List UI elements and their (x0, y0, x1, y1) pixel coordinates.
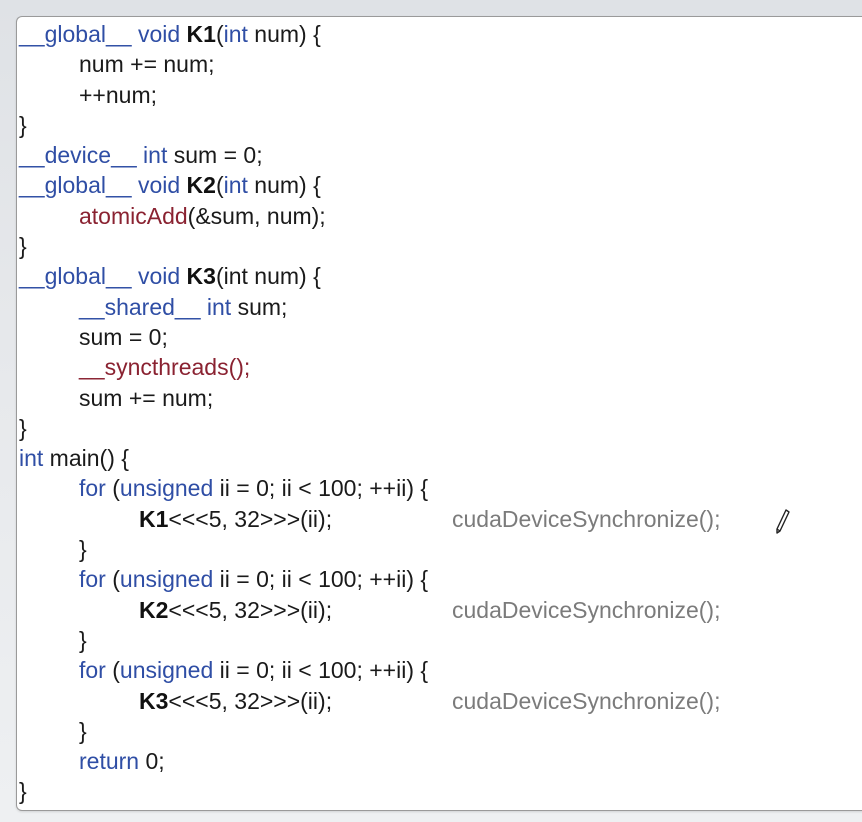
code-line-close-brace: } (19, 413, 862, 443)
param-type: int (223, 172, 248, 199)
code-line-device-sum: __device__ int sum = 0; (19, 140, 862, 170)
kernel-name-k1: K1 (139, 505, 169, 532)
device-sync-call: cudaDeviceSynchronize(); (452, 687, 721, 714)
loop-header-rest: ii = 0; ii < 100; ++ii) { (213, 566, 429, 593)
code-line-for-loop-1: for (unsigned ii = 0; ii < 100; ++ii) { (19, 473, 862, 503)
kernel-name-k2: K2 (139, 596, 169, 623)
declaration-rest: sum; (231, 293, 288, 320)
for-keyword: for (79, 657, 106, 684)
code-line-syncthreads: __syncthreads(); (19, 352, 862, 382)
kernel-name-k1: K1 (186, 21, 216, 47)
global-qualifier: __global__ (19, 21, 132, 47)
closing-brace: } (19, 778, 27, 805)
closing-brace: } (19, 414, 27, 441)
loop-header-rest: ii = 0; ii < 100; ++ii) { (213, 657, 429, 684)
for-keyword: for (79, 475, 106, 502)
type-int: int (143, 142, 168, 169)
unsigned-keyword: unsigned (119, 475, 214, 502)
param-rest: num) { (247, 172, 321, 199)
atomic-add-call: atomicAdd (79, 202, 188, 229)
device-sync-call: cudaDeviceSynchronize(); (452, 596, 721, 623)
return-type: void (137, 21, 181, 47)
param-type: int (223, 21, 248, 47)
paren-open: ( (105, 566, 120, 593)
device-qualifier: __device__ (19, 142, 137, 169)
launch-config: <<<5, 32>>>(ii); (168, 505, 333, 532)
global-qualifier: __global__ (19, 263, 132, 290)
device-sync-call: cudaDeviceSynchronize(); (452, 505, 721, 532)
param-rest: (int num) { (215, 263, 321, 290)
code-line-return: return 0; (19, 746, 862, 776)
return-keyword: return (79, 748, 140, 775)
paren-open: ( (105, 475, 120, 502)
call-args: (&sum, num); (187, 202, 326, 229)
code-line-k1-body-1: num += num; (19, 49, 862, 79)
return-type: void (137, 263, 181, 290)
shared-qualifier: __shared__ (79, 293, 201, 320)
type-int: int (19, 445, 44, 472)
code-line-k2-signature: __global__ void K2(int num) { (19, 170, 862, 200)
return-type: void (137, 172, 181, 199)
code-line-main-signature: int main() { (19, 443, 862, 473)
code-line-close-brace: } (19, 776, 862, 806)
pencil-icon (776, 509, 790, 534)
syncthreads-call: __syncthreads(); (79, 354, 251, 381)
main-rest: main() { (43, 445, 129, 472)
kernel-name-k2: K2 (186, 172, 216, 199)
statement: sum += num; (79, 384, 214, 411)
return-value: 0; (139, 748, 165, 775)
code-line-close-brace: } (19, 625, 862, 655)
unsigned-keyword: unsigned (119, 657, 214, 684)
code-line-sum-accumulate: sum += num; (19, 383, 862, 413)
code-line-close-brace: } (19, 110, 862, 140)
code-line-close-brace: } (19, 534, 862, 564)
code-line-shared-decl: __shared__ int sum; (19, 292, 862, 322)
code-line-launch-k3: K3<<<5, 32>>>(ii); cudaDeviceSynchronize(… (19, 686, 862, 716)
closing-brace: } (19, 111, 27, 138)
code-line-close-brace: } (19, 716, 862, 746)
global-qualifier: __global__ (19, 172, 132, 199)
loop-header-rest: ii = 0; ii < 100; ++ii) { (213, 475, 429, 502)
code-line-k1-body-2: ++num; (19, 80, 862, 110)
declaration-rest: sum = 0; (167, 142, 263, 169)
code-line-k3-signature: __global__ void K3(int num) { (19, 261, 862, 291)
statement: ++num; (79, 81, 157, 108)
kernel-name-k3: K3 (139, 687, 169, 714)
paren-open: ( (215, 172, 224, 199)
launch-config: <<<5, 32>>>(ii); (168, 596, 333, 623)
closing-brace: } (79, 717, 87, 744)
launch-config: <<<5, 32>>>(ii); (168, 687, 333, 714)
kernel-name-k3: K3 (186, 263, 216, 290)
closing-brace: } (19, 233, 27, 260)
paren-open: ( (215, 21, 224, 47)
code-body: __global__ void K1(int num) { num += num… (19, 19, 862, 807)
code-line-k1-signature: __global__ void K1(int num) { (19, 19, 862, 49)
type-int: int (206, 293, 232, 320)
code-line-k2-body: atomicAdd(&sum, num); (19, 201, 862, 231)
code-line-for-loop-3: for (unsigned ii = 0; ii < 100; ++ii) { (19, 655, 862, 685)
closing-brace: } (79, 626, 87, 653)
closing-brace: } (79, 536, 87, 563)
param-rest: num) { (247, 21, 321, 47)
unsigned-keyword: unsigned (119, 566, 214, 593)
code-line-for-loop-2: for (unsigned ii = 0; ii < 100; ++ii) { (19, 564, 862, 594)
code-line-launch-k2: K2<<<5, 32>>>(ii); cudaDeviceSynchronize(… (19, 595, 862, 625)
statement: num += num; (79, 51, 215, 78)
paren-open: ( (105, 657, 120, 684)
code-line-launch-k1: K1<<<5, 32>>>(ii); cudaDeviceSynchronize(… (19, 504, 862, 534)
code-line-close-brace: } (19, 231, 862, 261)
code-listing-panel: __global__ void K1(int num) { num += num… (16, 16, 862, 811)
for-keyword: for (79, 566, 106, 593)
statement: sum = 0; (79, 323, 168, 350)
code-line-sum-assign: sum = 0; (19, 322, 862, 352)
